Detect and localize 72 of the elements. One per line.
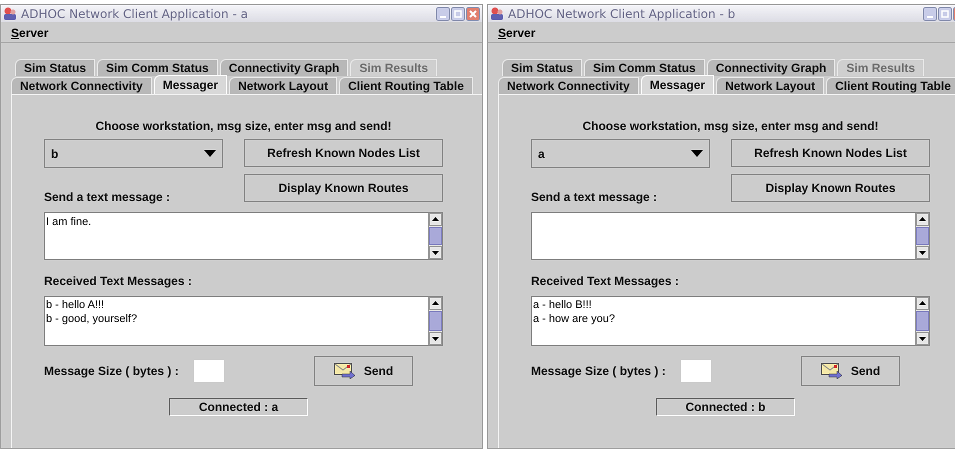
tab[interactable]: Connectivity Graph [706, 59, 836, 76]
maximize-button[interactable] [451, 6, 465, 20]
workstation-dropdown[interactable]: b [44, 139, 223, 168]
scroll-thumb[interactable] [429, 227, 442, 245]
tab[interactable]: Messager [640, 75, 714, 94]
tab[interactable]: Sim Comm Status [584, 59, 705, 76]
scrollbar[interactable] [428, 297, 442, 345]
tab[interactable]: Sim Status [15, 59, 96, 76]
scroll-up-button[interactable] [916, 213, 929, 226]
message-field[interactable]: I am fine. [44, 212, 443, 260]
instruction-text: Choose workstation, msg size, enter msg and send! [581, 118, 880, 131]
scroll-up-button[interactable] [916, 297, 929, 310]
tab[interactable]: Messager [154, 75, 228, 94]
scroll-thumb[interactable] [429, 311, 442, 331]
received-message: b - hello A!!! [46, 298, 106, 312]
message-field[interactable] [531, 212, 930, 260]
scroll-down-button[interactable] [916, 246, 929, 259]
app-icon [3, 6, 17, 20]
tab[interactable]: Network Layout [716, 77, 824, 94]
scrollbar[interactable] [428, 213, 442, 259]
field-label: Message Size ( bytes ) : [531, 363, 667, 380]
scroll-up-button[interactable] [429, 297, 442, 310]
tab[interactable]: Client Routing Table [339, 77, 473, 94]
tab[interactable]: Network Layout [229, 77, 338, 94]
size-field[interactable] [681, 360, 711, 382]
caret-icon [204, 150, 216, 157]
envelope-icon [820, 363, 843, 379]
scroll-thumb[interactable] [916, 311, 929, 331]
instruction-text: Choose workstation, msg size, enter msg and send! [94, 118, 393, 131]
action-button[interactable]: Refresh Known Nodes List [244, 139, 443, 167]
scroll-down-button[interactable] [429, 332, 442, 345]
tab[interactable]: Network Connectivity [498, 77, 639, 94]
field-label: Send a text message : [531, 189, 658, 206]
action-button[interactable]: Display Known Routes [731, 174, 930, 202]
status-text: Connected : b [656, 398, 795, 416]
tab[interactable]: Network Connectivity [11, 77, 152, 94]
minimize-button[interactable] [923, 6, 937, 20]
envelope-icon [334, 363, 356, 379]
scroll-thumb[interactable] [916, 227, 929, 245]
field-label: Message Size ( bytes ) : [44, 363, 180, 380]
received-message: a - how are you? [533, 312, 616, 326]
tab[interactable]: Connectivity Graph [220, 59, 348, 76]
scrollbar[interactable] [915, 297, 929, 345]
menu-item[interactable]: Server [11, 24, 48, 42]
field-label: Send a text message : [44, 189, 172, 206]
scroll-up-button[interactable] [429, 213, 442, 226]
size-field[interactable] [194, 360, 224, 382]
field-label: Received Text Messages : [44, 273, 193, 290]
minimize-button[interactable] [436, 6, 450, 20]
action-button[interactable]: Display Known Routes [244, 174, 443, 202]
action-button[interactable]: Refresh Known Nodes List [731, 139, 930, 167]
message-text: I am fine. [46, 216, 92, 228]
received-message: a - hello B!!! [533, 298, 593, 312]
status-text: Connected : a [169, 398, 308, 416]
tab[interactable]: Client Routing Table [826, 77, 955, 94]
received-message: b - good, yourself? [46, 312, 138, 326]
send-button[interactable]: Send [314, 356, 413, 386]
maximize-button[interactable] [938, 6, 952, 20]
workstation-dropdown[interactable]: a [531, 139, 710, 168]
window-title: ADHOC Network Client Application - a [21, 6, 249, 22]
close-button[interactable] [466, 6, 480, 20]
scroll-down-button[interactable] [916, 332, 929, 345]
caret-icon [691, 150, 703, 157]
app-icon [490, 6, 504, 20]
field-label: Received Text Messages : [531, 273, 680, 290]
window-title: ADHOC Network Client Application - b [508, 6, 736, 22]
send-button[interactable]: Send [801, 356, 900, 386]
menu-item[interactable]: Server [498, 24, 536, 42]
scrollbar[interactable] [915, 213, 929, 259]
tab[interactable]: Sim Comm Status [97, 59, 218, 76]
tab[interactable]: Sim Status [502, 59, 582, 76]
scroll-down-button[interactable] [429, 246, 442, 259]
